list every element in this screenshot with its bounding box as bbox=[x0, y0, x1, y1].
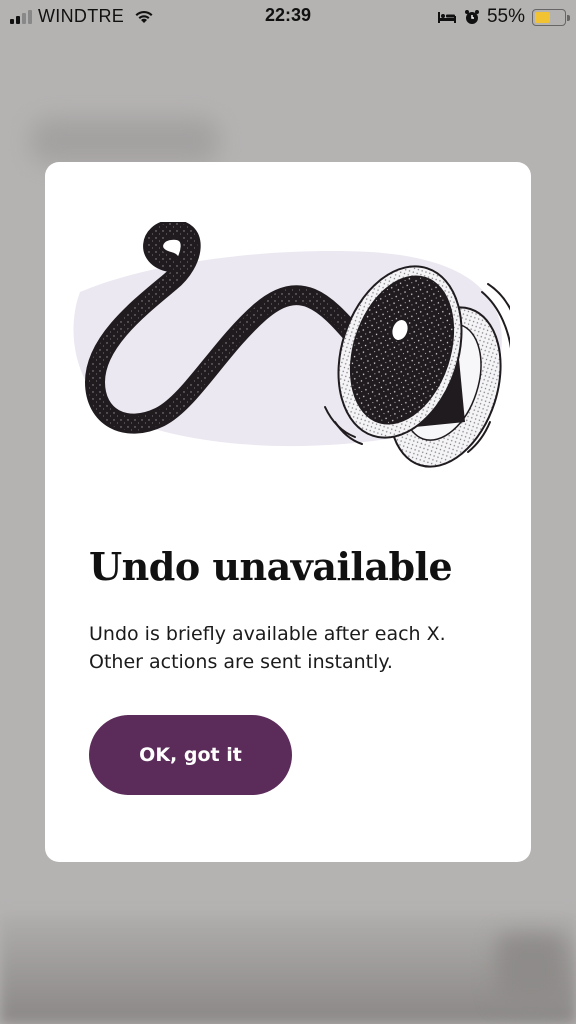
dialog-message-line-2: Other actions are sent instantly. bbox=[89, 651, 393, 673]
status-bar: WINDTRE 22:39 55% bbox=[0, 0, 576, 34]
dialog-title: Undo unavailable bbox=[89, 544, 453, 589]
ok-got-it-button[interactable]: OK, got it bbox=[89, 715, 292, 795]
background-blurred-header bbox=[30, 118, 220, 164]
battery-percent: 55% bbox=[486, 6, 525, 27]
alarm-icon bbox=[464, 10, 479, 24]
bed-icon bbox=[437, 12, 456, 23]
dialog-message-line-1: Undo is briefly available after each X. bbox=[89, 623, 446, 645]
background-blurred-button bbox=[496, 934, 566, 1004]
dialog-message: Undo is briefly available after each X. … bbox=[89, 620, 509, 676]
background-blurred-footer bbox=[0, 914, 576, 1024]
battery-icon bbox=[532, 8, 570, 26]
battery-level-fill bbox=[535, 11, 551, 23]
tape-reel-illustration bbox=[73, 222, 510, 468]
undo-unavailable-dialog: Undo unavailable Undo is briefly availab… bbox=[45, 162, 531, 862]
